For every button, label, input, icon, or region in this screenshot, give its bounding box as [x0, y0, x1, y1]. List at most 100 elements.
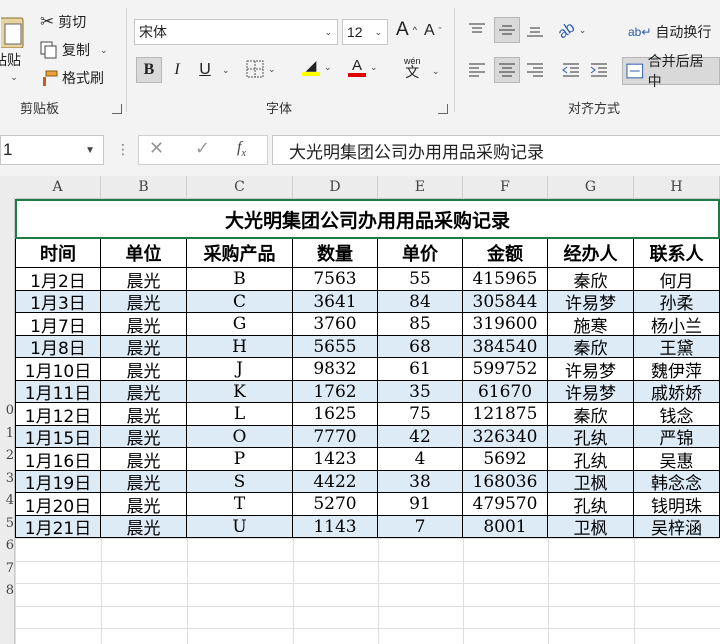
table-cell[interactable]: 55: [378, 268, 463, 291]
table-cell[interactable]: 1143: [293, 516, 378, 538]
column-header-g[interactable]: G: [548, 176, 634, 198]
table-cell[interactable]: 8001: [463, 516, 548, 538]
table-cell[interactable]: 晨光: [101, 381, 187, 403]
copy-button[interactable]: 复制 ⌄: [40, 40, 108, 60]
table-cell[interactable]: 1423: [293, 448, 378, 471]
table-cell[interactable]: 168036: [463, 471, 548, 493]
table-cell[interactable]: 晨光: [101, 471, 187, 493]
table-cell[interactable]: 孔纨: [548, 493, 634, 516]
table-cell[interactable]: 1月21日: [15, 516, 101, 538]
column-title-cell[interactable]: 联系人: [634, 239, 720, 268]
clipboard-dialog-launcher[interactable]: [112, 104, 122, 114]
table-cell[interactable]: 305844: [463, 291, 548, 313]
column-header-f[interactable]: F: [463, 176, 548, 198]
column-title-cell[interactable]: 时间: [15, 239, 101, 268]
row-header[interactable]: [0, 381, 14, 401]
table-cell[interactable]: 121875: [463, 403, 548, 426]
table-cell[interactable]: 7563: [293, 268, 378, 291]
table-cell[interactable]: 孔纨: [548, 448, 634, 471]
table-cell[interactable]: 1月12日: [15, 403, 101, 426]
font-dialog-launcher[interactable]: [438, 104, 448, 114]
table-cell[interactable]: 孔纨: [548, 426, 634, 448]
align-left-button[interactable]: [464, 57, 490, 83]
table-cell[interactable]: 5655: [293, 336, 378, 358]
enter-icon[interactable]: ✓: [195, 138, 210, 159]
orientation-button[interactable]: ab ⌄: [555, 19, 587, 42]
italic-button[interactable]: I: [164, 57, 190, 83]
decrease-indent-button[interactable]: [558, 57, 584, 83]
row-header[interactable]: [0, 268, 14, 288]
table-cell[interactable]: 3641: [293, 291, 378, 313]
shrink-font-button[interactable]: Aˇ: [424, 22, 442, 40]
table-cell[interactable]: 415965: [463, 268, 548, 291]
row-header[interactable]: [0, 291, 14, 311]
align-top-button[interactable]: [464, 17, 490, 43]
table-cell[interactable]: 84: [378, 291, 463, 313]
row-header[interactable]: 2: [0, 448, 14, 468]
table-cell[interactable]: L: [187, 403, 293, 426]
font-name-select[interactable]: 宋体 ⌄: [134, 19, 338, 45]
row-header[interactable]: 5: [0, 516, 14, 536]
table-cell[interactable]: 秦欣: [548, 336, 634, 358]
table-cell[interactable]: 5270: [293, 493, 378, 516]
format-painter-button[interactable]: 格式刷: [40, 68, 104, 88]
table-cell[interactable]: 1月16日: [15, 448, 101, 471]
table-cell[interactable]: 1月20日: [15, 493, 101, 516]
borders-button[interactable]: ⌄: [246, 60, 276, 78]
table-cell[interactable]: 85: [378, 313, 463, 336]
cut-button[interactable]: ✂ 剪切: [40, 12, 86, 32]
table-cell[interactable]: 钱明珠: [634, 493, 720, 516]
font-size-select[interactable]: 12 ⌄: [342, 19, 388, 45]
table-cell[interactable]: 钱念: [634, 403, 720, 426]
column-title-cell[interactable]: 数量: [293, 239, 378, 268]
table-cell[interactable]: 1月7日: [15, 313, 101, 336]
table-cell[interactable]: 晨光: [101, 291, 187, 313]
table-cell[interactable]: 326340: [463, 426, 548, 448]
table-cell[interactable]: 戚娇娇: [634, 381, 720, 403]
table-cell[interactable]: 晨光: [101, 313, 187, 336]
fill-color-button[interactable]: ◢ ⌄: [302, 58, 332, 76]
column-title-cell[interactable]: 单位: [101, 239, 187, 268]
table-cell[interactable]: 晨光: [101, 493, 187, 516]
table-cell[interactable]: 秦欣: [548, 268, 634, 291]
table-cell[interactable]: 479570: [463, 493, 548, 516]
table-cell[interactable]: 吴惠: [634, 448, 720, 471]
column-header-d[interactable]: D: [293, 176, 378, 198]
table-cell[interactable]: 吴梓涵: [634, 516, 720, 538]
worksheet-grid[interactable]: ABCDEFGH 012345678 时间 单位 采购产品 数量 单价 金额 经办人 联系人 1…: [0, 176, 720, 644]
table-cell[interactable]: B: [187, 268, 293, 291]
grow-font-button[interactable]: A ^: [396, 19, 417, 41]
row-header[interactable]: 4: [0, 493, 14, 513]
column-header-h[interactable]: H: [634, 176, 720, 198]
table-cell[interactable]: 晨光: [101, 403, 187, 426]
row-header[interactable]: 1: [0, 426, 14, 446]
table-cell[interactable]: 1月8日: [15, 336, 101, 358]
column-title-cell[interactable]: 采购产品: [187, 239, 293, 268]
table-cell[interactable]: 严锦: [634, 426, 720, 448]
table-cell[interactable]: 晨光: [101, 358, 187, 381]
table-cell[interactable]: 杨小兰: [634, 313, 720, 336]
table-cell[interactable]: 61670: [463, 381, 548, 403]
table-cell[interactable]: 许易梦: [548, 381, 634, 403]
wrap-text-button[interactable]: ab↵ 自动换行: [628, 22, 711, 42]
table-cell[interactable]: C: [187, 291, 293, 313]
column-title-cell[interactable]: 单价: [378, 239, 463, 268]
table-title-cell[interactable]: 大光明集团公司办用用品采购记录: [15, 199, 720, 239]
table-cell[interactable]: 38: [378, 471, 463, 493]
table-cell[interactable]: 韩念念: [634, 471, 720, 493]
table-cell[interactable]: 5692: [463, 448, 548, 471]
table-cell[interactable]: G: [187, 313, 293, 336]
table-cell[interactable]: 384540: [463, 336, 548, 358]
table-cell[interactable]: 4422: [293, 471, 378, 493]
table-cell[interactable]: 晨光: [101, 516, 187, 538]
row-header[interactable]: [0, 336, 14, 356]
row-header[interactable]: [0, 239, 14, 259]
table-cell[interactable]: 91: [378, 493, 463, 516]
table-cell[interactable]: 7770: [293, 426, 378, 448]
table-cell[interactable]: 68: [378, 336, 463, 358]
table-cell[interactable]: K: [187, 381, 293, 403]
table-cell[interactable]: 599752: [463, 358, 548, 381]
merge-center-button[interactable]: 合并后居中: [622, 53, 720, 89]
table-cell[interactable]: 1月10日: [15, 358, 101, 381]
chevron-down-icon[interactable]: ⌄: [222, 65, 230, 76]
